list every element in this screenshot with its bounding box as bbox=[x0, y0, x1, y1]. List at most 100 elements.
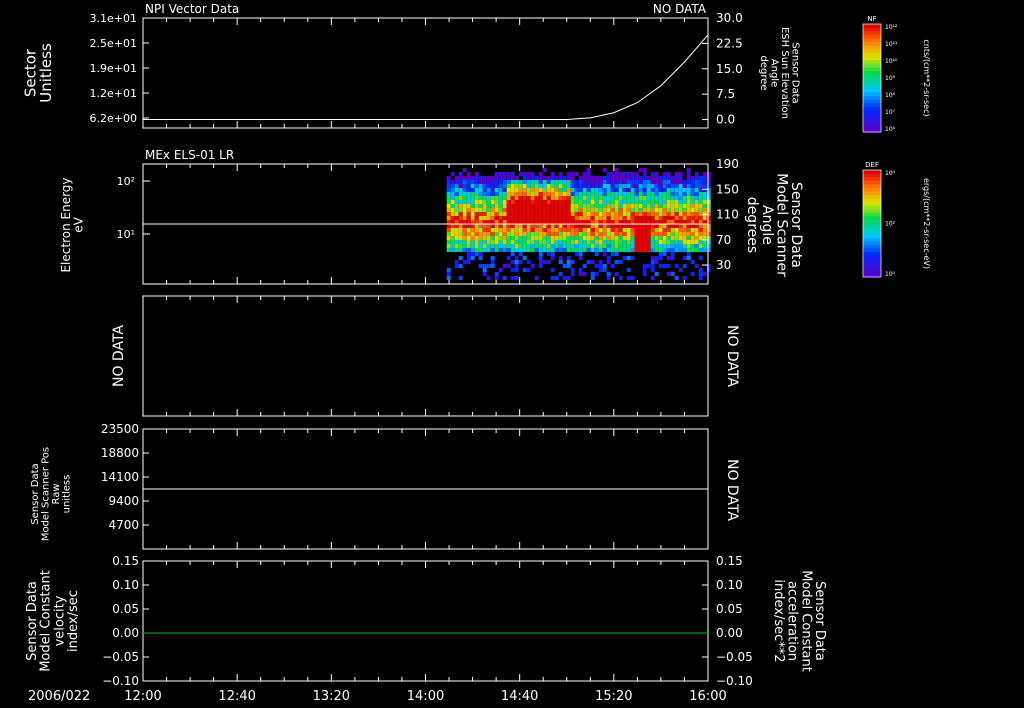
heatmap-cell bbox=[594, 188, 599, 192]
heatmap-cell bbox=[542, 204, 547, 208]
heatmap-cell bbox=[518, 252, 523, 256]
heatmap-cell bbox=[494, 204, 499, 208]
heatmap-cell bbox=[486, 236, 491, 240]
colorbar-cell bbox=[863, 56, 881, 61]
heatmap-cell bbox=[650, 236, 655, 240]
heatmap-cell bbox=[634, 196, 639, 200]
heatmap-cell bbox=[654, 192, 659, 196]
heatmap-cell bbox=[506, 208, 511, 212]
heatmap-cell bbox=[638, 232, 643, 236]
panel-5-y-label: index/sec bbox=[66, 590, 81, 652]
heatmap-cell bbox=[594, 196, 599, 200]
heatmap-cell bbox=[574, 184, 579, 188]
heatmap-cell bbox=[598, 212, 603, 216]
heatmap-cell bbox=[530, 192, 535, 196]
heatmap-cell bbox=[486, 196, 491, 200]
heatmap-cell bbox=[598, 240, 603, 244]
heatmap-cell bbox=[646, 184, 651, 188]
heatmap-cell bbox=[534, 244, 539, 248]
heatmap-cell bbox=[478, 236, 483, 240]
heatmap-cell bbox=[658, 200, 663, 204]
heatmap-cell bbox=[510, 240, 515, 244]
heatmap-cell bbox=[654, 240, 659, 244]
heatmap-cell bbox=[558, 272, 563, 276]
heatmap-cell bbox=[670, 244, 675, 248]
heatmap-cell bbox=[590, 188, 595, 192]
heatmap-cell bbox=[522, 184, 527, 188]
heatmap-cell bbox=[658, 208, 663, 212]
heatmap-cell bbox=[698, 276, 703, 280]
colorbar-cell bbox=[863, 255, 881, 260]
heatmap-cell bbox=[546, 180, 551, 184]
heatmap-cell bbox=[598, 184, 603, 188]
heatmap-cell bbox=[570, 244, 575, 248]
heatmap-cell bbox=[666, 256, 671, 260]
heatmap-cell bbox=[490, 228, 495, 232]
heatmap-cell bbox=[650, 172, 655, 176]
colorbar-1-unit-label: cnts/(cm**2-sr-sec) bbox=[922, 39, 931, 116]
heatmap-cell bbox=[470, 236, 475, 240]
heatmap-cell bbox=[634, 204, 639, 208]
heatmap-cell bbox=[626, 204, 631, 208]
colorbar-2-title: DEF bbox=[865, 161, 879, 169]
heatmap-cell bbox=[610, 176, 615, 180]
heatmap-cell bbox=[446, 200, 451, 204]
heatmap-cell bbox=[558, 240, 563, 244]
heatmap-cell bbox=[546, 224, 551, 228]
colorbar-cell bbox=[863, 180, 881, 185]
heatmap-cell bbox=[638, 168, 643, 172]
date-label: 2006/022 bbox=[28, 689, 90, 704]
heatmap-cell bbox=[534, 204, 539, 208]
heatmap-cell bbox=[618, 172, 623, 176]
heatmap-cell bbox=[566, 236, 571, 240]
heatmap-cell bbox=[546, 184, 551, 188]
heatmap-cell bbox=[462, 232, 467, 236]
heatmap-cell bbox=[458, 188, 463, 192]
heatmap-cell bbox=[446, 228, 451, 232]
heatmap-cell bbox=[670, 256, 675, 260]
heatmap-cell bbox=[690, 208, 695, 212]
heatmap-cell bbox=[510, 224, 515, 228]
colorbar-cell bbox=[863, 191, 881, 196]
colorbar-cell bbox=[863, 110, 881, 115]
heatmap-cell bbox=[594, 224, 599, 228]
heatmap-cell bbox=[554, 276, 559, 280]
heatmap-cell bbox=[586, 228, 591, 232]
heatmap-cell bbox=[658, 256, 663, 260]
heatmap-cell bbox=[550, 276, 555, 280]
heatmap-cell bbox=[494, 276, 499, 280]
heatmap-cell bbox=[694, 188, 699, 192]
heatmap-cell bbox=[594, 244, 599, 248]
heatmap-cell bbox=[606, 212, 611, 216]
heatmap-cell bbox=[666, 248, 671, 252]
panel-2-right-tick-label: 190 bbox=[716, 157, 739, 171]
heatmap-cell bbox=[542, 208, 547, 212]
heatmap-cell bbox=[494, 212, 499, 216]
heatmap-cell bbox=[526, 188, 531, 192]
heatmap-cell bbox=[634, 224, 639, 228]
heatmap-cell bbox=[678, 196, 683, 200]
heatmap-cell bbox=[686, 208, 691, 212]
heatmap-cell bbox=[550, 236, 555, 240]
colorbar-cell bbox=[863, 31, 881, 36]
heatmap-cell bbox=[498, 180, 503, 184]
colorbar-cell bbox=[863, 121, 881, 126]
heatmap-cell bbox=[622, 232, 627, 236]
heatmap-cell bbox=[598, 204, 603, 208]
heatmap-cell bbox=[646, 240, 651, 244]
heatmap-cell bbox=[554, 208, 559, 212]
heatmap-cell bbox=[450, 248, 455, 252]
heatmap-cell bbox=[602, 220, 607, 224]
colorbar-cell bbox=[863, 227, 881, 232]
heatmap-cell bbox=[514, 196, 519, 200]
heatmap-cell bbox=[666, 172, 671, 176]
heatmap-cell bbox=[602, 216, 607, 220]
heatmap-cell bbox=[506, 216, 511, 220]
heatmap-cell bbox=[630, 172, 635, 176]
heatmap-cell bbox=[526, 172, 531, 176]
heatmap-cell bbox=[446, 188, 451, 192]
heatmap-cell bbox=[466, 184, 471, 188]
heatmap-cell bbox=[506, 228, 511, 232]
heatmap-cell bbox=[694, 208, 699, 212]
heatmap-cell bbox=[482, 204, 487, 208]
